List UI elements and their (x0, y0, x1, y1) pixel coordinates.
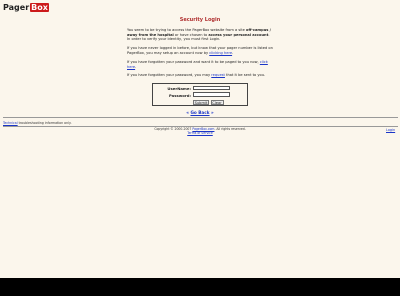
request-text-1: If you have forgotten your password, you… (127, 73, 212, 77)
clear-button[interactable]: Clear (210, 99, 224, 105)
request-text-2: that it be sent to you. (224, 73, 266, 77)
setup-account-link[interactable]: clicking here (209, 51, 232, 55)
intro-text-2: or have chosen to (173, 32, 209, 37)
page-password-text-2: . (135, 64, 137, 69)
troubleshooting-line: Technical troubleshooting information on… (3, 121, 71, 125)
technical-link[interactable]: Technical (3, 121, 18, 125)
page-password-paragraph: If you have forgotten your password and … (127, 60, 273, 69)
go-back-link[interactable]: Go Back (190, 110, 209, 115)
window-bottom-bar (0, 278, 400, 296)
setup-paragraph: If you have never logged in before, but … (127, 46, 273, 55)
right-guillemet-icon: » (211, 110, 214, 115)
password-label: Password: (169, 92, 191, 98)
request-password-link[interactable]: request (211, 73, 225, 77)
page-title: Security Login (179, 17, 221, 23)
submit-button[interactable]: Submit (193, 99, 209, 105)
divider-top (3, 117, 398, 118)
left-guillemet-icon: « (186, 110, 189, 115)
login-form: UserName: Password: Submit Clear (152, 83, 248, 106)
terms-of-service-link[interactable]: Terms of Service (187, 131, 213, 135)
setup-text-1: If you have never logged in before, but … (127, 46, 273, 55)
copyright-block: Copyright © 2000-2007 PagerBox.com. All … (0, 127, 400, 136)
copyright-text-2: . All rights reserved. (214, 127, 246, 131)
pagerbox-logo[interactable]: Pager Box (3, 3, 49, 12)
username-input[interactable] (193, 85, 230, 91)
intro-paragraph: You seem to be trying to access the Page… (127, 28, 273, 42)
login-link[interactable]: Login (386, 128, 395, 132)
page: Pager Box Security Login You seem to be t… (0, 0, 400, 278)
go-back-nav: « Go Back » (0, 110, 400, 115)
logo-box: Box (30, 3, 49, 12)
page-password-text-1: If you have forgotten your password and … (127, 60, 260, 64)
request-password-paragraph: If you have forgotten your password, you… (127, 73, 273, 78)
logo-text: Pager (3, 3, 30, 12)
password-input[interactable] (193, 92, 230, 97)
setup-text-2: . (232, 50, 234, 55)
troubleshooting-text: troubleshooting information only. (17, 121, 72, 125)
intro-bold-2: access your personal account (208, 32, 269, 37)
intro-text-1: You seem to be trying to access the Page… (127, 28, 246, 32)
username-label: UserName: (167, 86, 191, 91)
